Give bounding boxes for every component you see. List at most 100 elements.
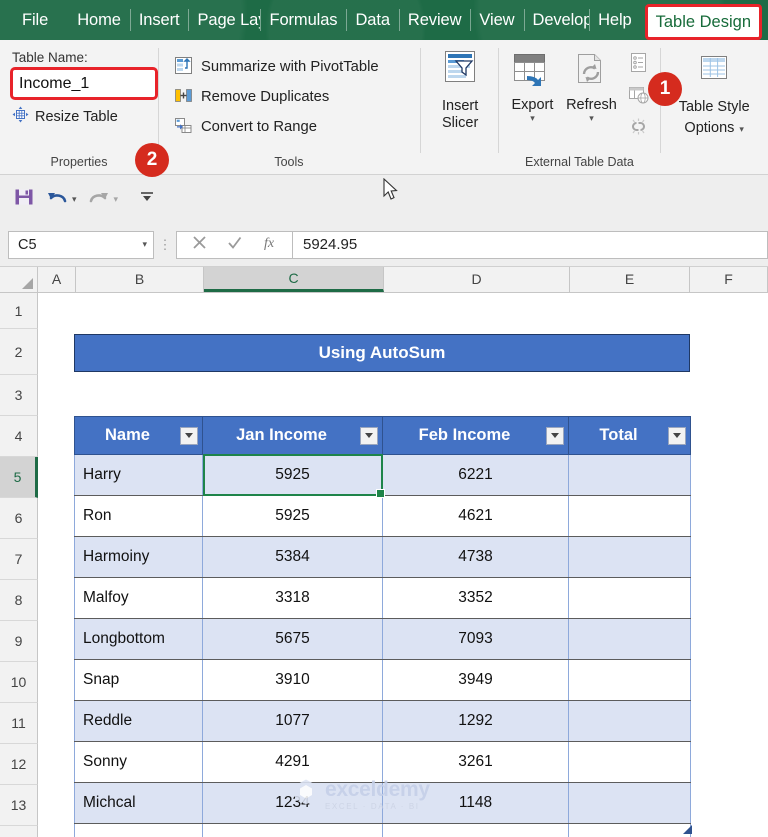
- name-box-chevron-down-icon[interactable]: ▾: [142, 239, 147, 250]
- cell-total[interactable]: [568, 618, 691, 660]
- tab-formulas[interactable]: Formulas: [260, 0, 346, 40]
- table-header-name[interactable]: Name: [74, 416, 203, 455]
- cell-name[interactable]: Malfoy: [74, 577, 203, 619]
- refresh-chevron-down-icon[interactable]: ▾: [589, 114, 594, 123]
- cell-jan[interactable]: 3910: [202, 659, 383, 701]
- resize-table-button[interactable]: Resize Table: [12, 106, 158, 127]
- row-header-1[interactable]: 1: [0, 293, 38, 329]
- cell-jan[interactable]: 5925: [202, 454, 383, 496]
- tab-file[interactable]: File: [0, 0, 68, 40]
- cell-feb[interactable]: 3949: [382, 659, 569, 701]
- cancel-icon[interactable]: [191, 234, 208, 256]
- column-header-c[interactable]: C: [204, 267, 384, 292]
- tab-insert[interactable]: Insert: [129, 0, 189, 40]
- insert-slicer-button[interactable]: Insert Slicer: [422, 46, 499, 132]
- row-header-8[interactable]: 8: [0, 580, 38, 621]
- cell-name[interactable]: Jerry: [74, 823, 203, 837]
- remove-duplicates-button[interactable]: Remove Duplicates: [174, 82, 420, 112]
- column-header-a[interactable]: A: [38, 267, 76, 292]
- cell-feb[interactable]: 3261: [382, 741, 569, 783]
- tab-developer[interactable]: Developer: [523, 0, 589, 40]
- table-row[interactable]: Reddle 1077 1292: [74, 700, 691, 742]
- cell-name[interactable]: Longbottom: [74, 618, 203, 660]
- cell-total[interactable]: [568, 536, 691, 578]
- cell-total[interactable]: [568, 782, 691, 824]
- cell-name[interactable]: Harmoiny: [74, 536, 203, 578]
- filter-dropdown-total-icon[interactable]: [668, 426, 686, 445]
- table-header-jan-income[interactable]: Jan Income: [202, 416, 383, 455]
- row-header-9[interactable]: 9: [0, 621, 38, 662]
- customize-qat-icon[interactable]: [135, 188, 159, 211]
- cell-feb[interactable]: 3352: [382, 577, 569, 619]
- cell-jan[interactable]: 5384: [202, 536, 383, 578]
- cell-jan[interactable]: 5675: [202, 618, 383, 660]
- redo-button[interactable]: ▾: [84, 186, 122, 213]
- redo-chevron-down-icon[interactable]: ▾: [114, 195, 119, 204]
- cell-feb[interactable]: 4738: [382, 536, 569, 578]
- properties-icon[interactable]: [628, 52, 649, 78]
- cell-total[interactable]: [568, 454, 691, 496]
- cell-jan[interactable]: 3318: [202, 577, 383, 619]
- cell-feb[interactable]: 1292: [382, 700, 569, 742]
- cell-feb[interactable]: 6754: [382, 823, 569, 837]
- cell-name[interactable]: Michcal: [74, 782, 203, 824]
- table-row[interactable]: Jerry 5925 6754: [74, 823, 691, 837]
- filter-dropdown-name-icon[interactable]: [180, 426, 198, 445]
- tab-help[interactable]: Help: [589, 0, 641, 40]
- table-row[interactable]: Harry 5925 6221: [74, 454, 691, 496]
- cell-total[interactable]: [568, 700, 691, 742]
- formula-bar-expand-handle[interactable]: ⋮: [154, 238, 176, 251]
- row-header-2[interactable]: 2: [0, 329, 38, 375]
- open-in-browser-icon[interactable]: [628, 84, 649, 110]
- cell-total[interactable]: [568, 659, 691, 701]
- cell-feb[interactable]: 1148: [382, 782, 569, 824]
- tab-table-design[interactable]: Table Design: [644, 4, 762, 40]
- column-header-f[interactable]: F: [690, 267, 768, 292]
- export-chevron-down-icon[interactable]: ▾: [530, 114, 535, 123]
- filter-dropdown-jan-income-icon[interactable]: [360, 426, 378, 445]
- cell-jan[interactable]: 1077: [202, 700, 383, 742]
- column-header-b[interactable]: B: [76, 267, 204, 292]
- sheet-title-banner[interactable]: Using AutoSum: [74, 334, 690, 372]
- table-resize-handle[interactable]: [683, 825, 692, 834]
- summarize-with-pivottable-button[interactable]: Summarize with PivotTable: [174, 52, 420, 82]
- row-header-6[interactable]: 6: [0, 498, 38, 539]
- row-header-7[interactable]: 7: [0, 539, 38, 580]
- cell-jan[interactable]: 4291: [202, 741, 383, 783]
- row-header-3[interactable]: 3: [0, 375, 38, 416]
- select-all-corner-button[interactable]: [0, 267, 38, 292]
- row-header-4[interactable]: 4: [0, 416, 38, 457]
- table-row[interactable]: Ron 5925 4621: [74, 495, 691, 537]
- name-box[interactable]: C5 ▾: [8, 230, 154, 259]
- row-header-11[interactable]: 11: [0, 703, 38, 744]
- row-header-13[interactable]: 13: [0, 785, 38, 826]
- table-header-total[interactable]: Total: [568, 416, 691, 455]
- cell-total[interactable]: [568, 823, 691, 837]
- cell-jan[interactable]: 5925: [202, 495, 383, 537]
- undo-chevron-down-icon[interactable]: ▾: [72, 195, 77, 204]
- table-row[interactable]: Malfoy 3318 3352: [74, 577, 691, 619]
- enter-icon[interactable]: [226, 234, 243, 256]
- cell-feb[interactable]: 4621: [382, 495, 569, 537]
- table-style-options-chevron-down-icon[interactable]: ▾: [739, 124, 744, 133]
- table-row[interactable]: Snap 3910 3949: [74, 659, 691, 701]
- cell-feb[interactable]: 6221: [382, 454, 569, 496]
- formula-input[interactable]: 5924.95: [292, 230, 768, 259]
- row-header-5[interactable]: 5: [0, 457, 38, 498]
- unlink-icon[interactable]: [628, 116, 649, 142]
- column-header-d[interactable]: D: [384, 267, 570, 292]
- tab-view[interactable]: View: [470, 0, 523, 40]
- table-header-feb-income[interactable]: Feb Income: [382, 416, 569, 455]
- cell-name[interactable]: Harry: [74, 454, 203, 496]
- cell-jan[interactable]: 5925: [202, 823, 383, 837]
- undo-button[interactable]: ▾: [42, 186, 80, 213]
- save-icon[interactable]: [10, 186, 38, 213]
- table-row[interactable]: Harmoiny 5384 4738: [74, 536, 691, 578]
- table-name-input[interactable]: [13, 70, 155, 97]
- table-row[interactable]: Michcal 1234 1148: [74, 782, 691, 824]
- table-row[interactable]: Longbottom 5675 7093: [74, 618, 691, 660]
- cell-name[interactable]: Reddle: [74, 700, 203, 742]
- filter-dropdown-feb-income-icon[interactable]: [546, 426, 564, 445]
- tab-review[interactable]: Review: [398, 0, 471, 40]
- insert-function-icon[interactable]: fx: [261, 234, 278, 256]
